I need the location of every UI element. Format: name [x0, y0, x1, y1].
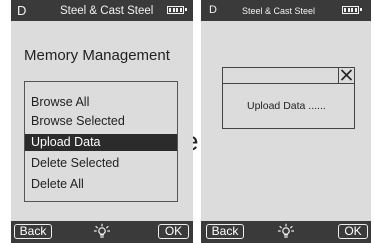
back-button[interactable]: Back — [14, 224, 52, 239]
backlight-bulb-icon[interactable] — [93, 223, 111, 241]
memory-menu: Browse All Browse Selected Upload Data D… — [24, 81, 178, 202]
footer-bar: Back OK — [11, 221, 193, 243]
status-bar: D Steel & Cast Steel — [11, 0, 193, 21]
upload-data-screen: D Steel & Cast Steel Upload Data ...... … — [201, 0, 371, 243]
backlight-bulb-icon[interactable] — [277, 223, 295, 241]
battery-full-icon — [342, 6, 362, 14]
material-label: Steel & Cast Steel — [242, 6, 316, 16]
ok-button[interactable]: OK — [338, 224, 368, 239]
material-label: Steel & Cast Steel — [60, 5, 154, 17]
back-button[interactable]: Back — [206, 224, 244, 239]
ok-button[interactable]: OK — [158, 224, 189, 239]
mode-letter: D — [17, 3, 27, 18]
menu-item-delete-all[interactable]: Delete All — [25, 176, 177, 193]
battery-full-icon — [167, 6, 187, 14]
close-button[interactable] — [338, 68, 354, 83]
menu-item-upload-data[interactable]: Upload Data — [25, 134, 177, 151]
dialog-header — [223, 68, 354, 84]
menu-item-delete-selected[interactable]: Delete Selected — [25, 155, 177, 172]
upload-dialog: Upload Data ...... — [222, 67, 355, 129]
device-screenshots: e D Steel & Cast Steel Memory Management… — [0, 0, 374, 243]
menu-item-browse-all[interactable]: Browse All — [25, 94, 177, 111]
close-icon — [340, 69, 353, 81]
mode-letter: D — [209, 4, 217, 16]
footer-bar: Back OK — [201, 221, 371, 243]
memory-management-screen: D Steel & Cast Steel Memory Management B… — [11, 0, 193, 243]
menu-item-browse-selected[interactable]: Browse Selected — [25, 113, 177, 130]
dialog-message: Upload Data ...... — [247, 100, 326, 112]
page-title: Memory Management — [24, 47, 170, 64]
status-bar: D Steel & Cast Steel — [201, 0, 371, 21]
